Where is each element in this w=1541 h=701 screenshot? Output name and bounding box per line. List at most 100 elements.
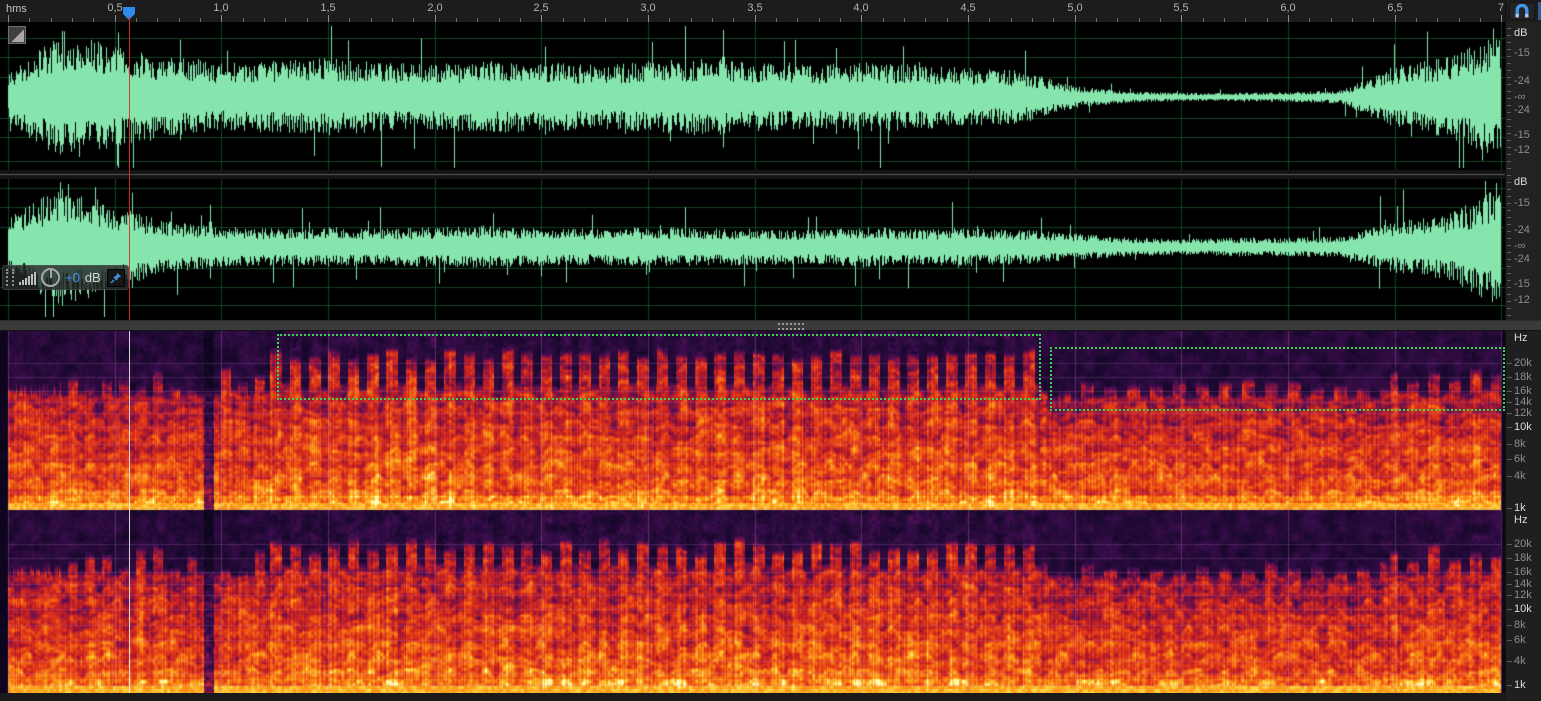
hz-scale-label: 20k (1514, 357, 1532, 369)
ruler-unit-label: hms (6, 3, 27, 15)
spectral-selection-2[interactable] (1050, 347, 1505, 411)
scale-tick (1507, 685, 1512, 686)
hz-scale-label: 4k (1514, 470, 1526, 482)
ruler-tick (1288, 15, 1289, 22)
scale-tick (1507, 595, 1512, 596)
scale-tick (1507, 363, 1512, 364)
ruler-tick-label: 4,0 (853, 2, 868, 14)
ruler-tick-label: 4,5 (960, 2, 975, 14)
db-scale-label: -∞ (1514, 240, 1526, 252)
scale-tick (1507, 544, 1512, 545)
ruler-tick (755, 15, 756, 22)
hz-scale-label: 1k (1514, 502, 1526, 514)
db-scale-label: -15 (1514, 47, 1530, 59)
hud-pin-button[interactable] (107, 269, 125, 287)
scale-tick (1507, 42, 1511, 43)
scale-tick (1507, 119, 1511, 120)
scale-tick (1507, 98, 1511, 99)
ruler-tick (8, 15, 9, 22)
scale-tick (1507, 609, 1512, 610)
ruler-tick-label: 2,0 (427, 2, 442, 14)
ruler-tick-label: 3,0 (640, 2, 655, 14)
db-scale-title: dB (1514, 27, 1527, 39)
hz-scale-label: 12k (1514, 589, 1532, 601)
hz-scale-title: Hz (1514, 514, 1527, 526)
waveform-panel: dB-15-24-∞-24-15-12dB-15-24-∞-24-15-12 +… (0, 22, 1541, 320)
gain-unit-label: dB (85, 270, 101, 285)
scale-tick (1507, 154, 1511, 155)
hz-scale-label: 8k (1514, 619, 1526, 631)
scale-tick (1507, 413, 1512, 414)
hz-scale-label: 8k (1514, 438, 1526, 450)
scale-tick (1507, 391, 1512, 392)
ruler-tick-label: 5,5 (1173, 2, 1188, 14)
timeline-ruler[interactable]: hms 0,51,01,52,02,53,03,54,04,55,05,56,0… (0, 0, 1541, 23)
scale-tick (1507, 558, 1512, 559)
pin-icon (110, 272, 122, 284)
scale-tick (1507, 105, 1511, 106)
db-scale-label: -24 (1514, 224, 1530, 236)
volume-hud[interactable]: +0 dB (2, 265, 129, 290)
scale-tick (1507, 640, 1512, 641)
scale-mode-icon[interactable] (8, 26, 26, 44)
scale-tick (1507, 625, 1512, 626)
ruler-tick (968, 15, 969, 22)
scale-tick (1507, 287, 1511, 288)
ruler-tick (1501, 15, 1502, 22)
db-scale-label: -12 (1514, 144, 1530, 156)
db-scale-label: -15 (1514, 197, 1530, 209)
ruler-tick (541, 15, 542, 22)
ruler-tick-label: 1,5 (320, 2, 335, 14)
scale-tick (1507, 35, 1511, 36)
scale-tick (1507, 161, 1511, 162)
ruler-tick (1395, 15, 1396, 22)
ruler-tick-label: 1,0 (213, 2, 228, 14)
scale-tick (1507, 402, 1512, 403)
playhead-line-spectrogram[interactable] (129, 331, 130, 693)
ruler-tick (115, 15, 116, 22)
scale-tick (1507, 444, 1512, 445)
scale-tick (1507, 126, 1511, 127)
hz-scale-title: Hz (1514, 332, 1527, 344)
scale-tick (1507, 252, 1511, 253)
hud-drag-grip-icon[interactable] (6, 269, 14, 286)
ruler-tick-label: 6,5 (1387, 2, 1402, 14)
scale-tick (1507, 133, 1511, 134)
scale-tick (1507, 459, 1512, 460)
hz-scale-label: 10k (1514, 421, 1532, 433)
ruler-tick (221, 15, 222, 22)
ruler-tick-label: 0,5 (107, 2, 122, 14)
hz-scale-label: 18k (1514, 552, 1532, 564)
waveform-display[interactable] (0, 22, 1505, 320)
gain-value[interactable]: +0 (65, 270, 80, 285)
hz-scale-label: 6k (1514, 634, 1526, 646)
db-scale-label: -24 (1514, 104, 1530, 116)
scale-tick (1507, 203, 1511, 204)
hz-scale-label: 20k (1514, 538, 1532, 550)
scale-tick (1507, 91, 1511, 92)
hz-scale-label: 12k (1514, 407, 1532, 419)
gain-knob[interactable] (41, 268, 60, 287)
spectral-selection-1[interactable] (277, 334, 1041, 400)
scale-tick (1507, 294, 1511, 295)
scale-tick (1507, 315, 1511, 316)
scale-tick (1507, 77, 1511, 78)
scale-tick (1507, 147, 1511, 148)
panel-splitter[interactable] (0, 320, 1541, 331)
scale-tick (1507, 238, 1511, 239)
scale-tick (1507, 273, 1511, 274)
scale-tick (1507, 217, 1511, 218)
scale-tick (1507, 508, 1512, 509)
scale-tick (1507, 245, 1511, 246)
snap-toggle-button[interactable] (1509, 2, 1535, 20)
db-scale-label: -24 (1514, 253, 1530, 265)
db-scale-label: -12 (1514, 294, 1530, 306)
db-scale-label: -15 (1514, 129, 1530, 141)
playhead-line-waveform[interactable] (129, 17, 130, 320)
scale-tick (1507, 224, 1511, 225)
hz-scale-label: 4k (1514, 655, 1526, 667)
scale-tick (1507, 182, 1511, 183)
scale-tick (1507, 266, 1511, 267)
scale-tick (1507, 49, 1511, 50)
scale-tick (1507, 175, 1511, 176)
